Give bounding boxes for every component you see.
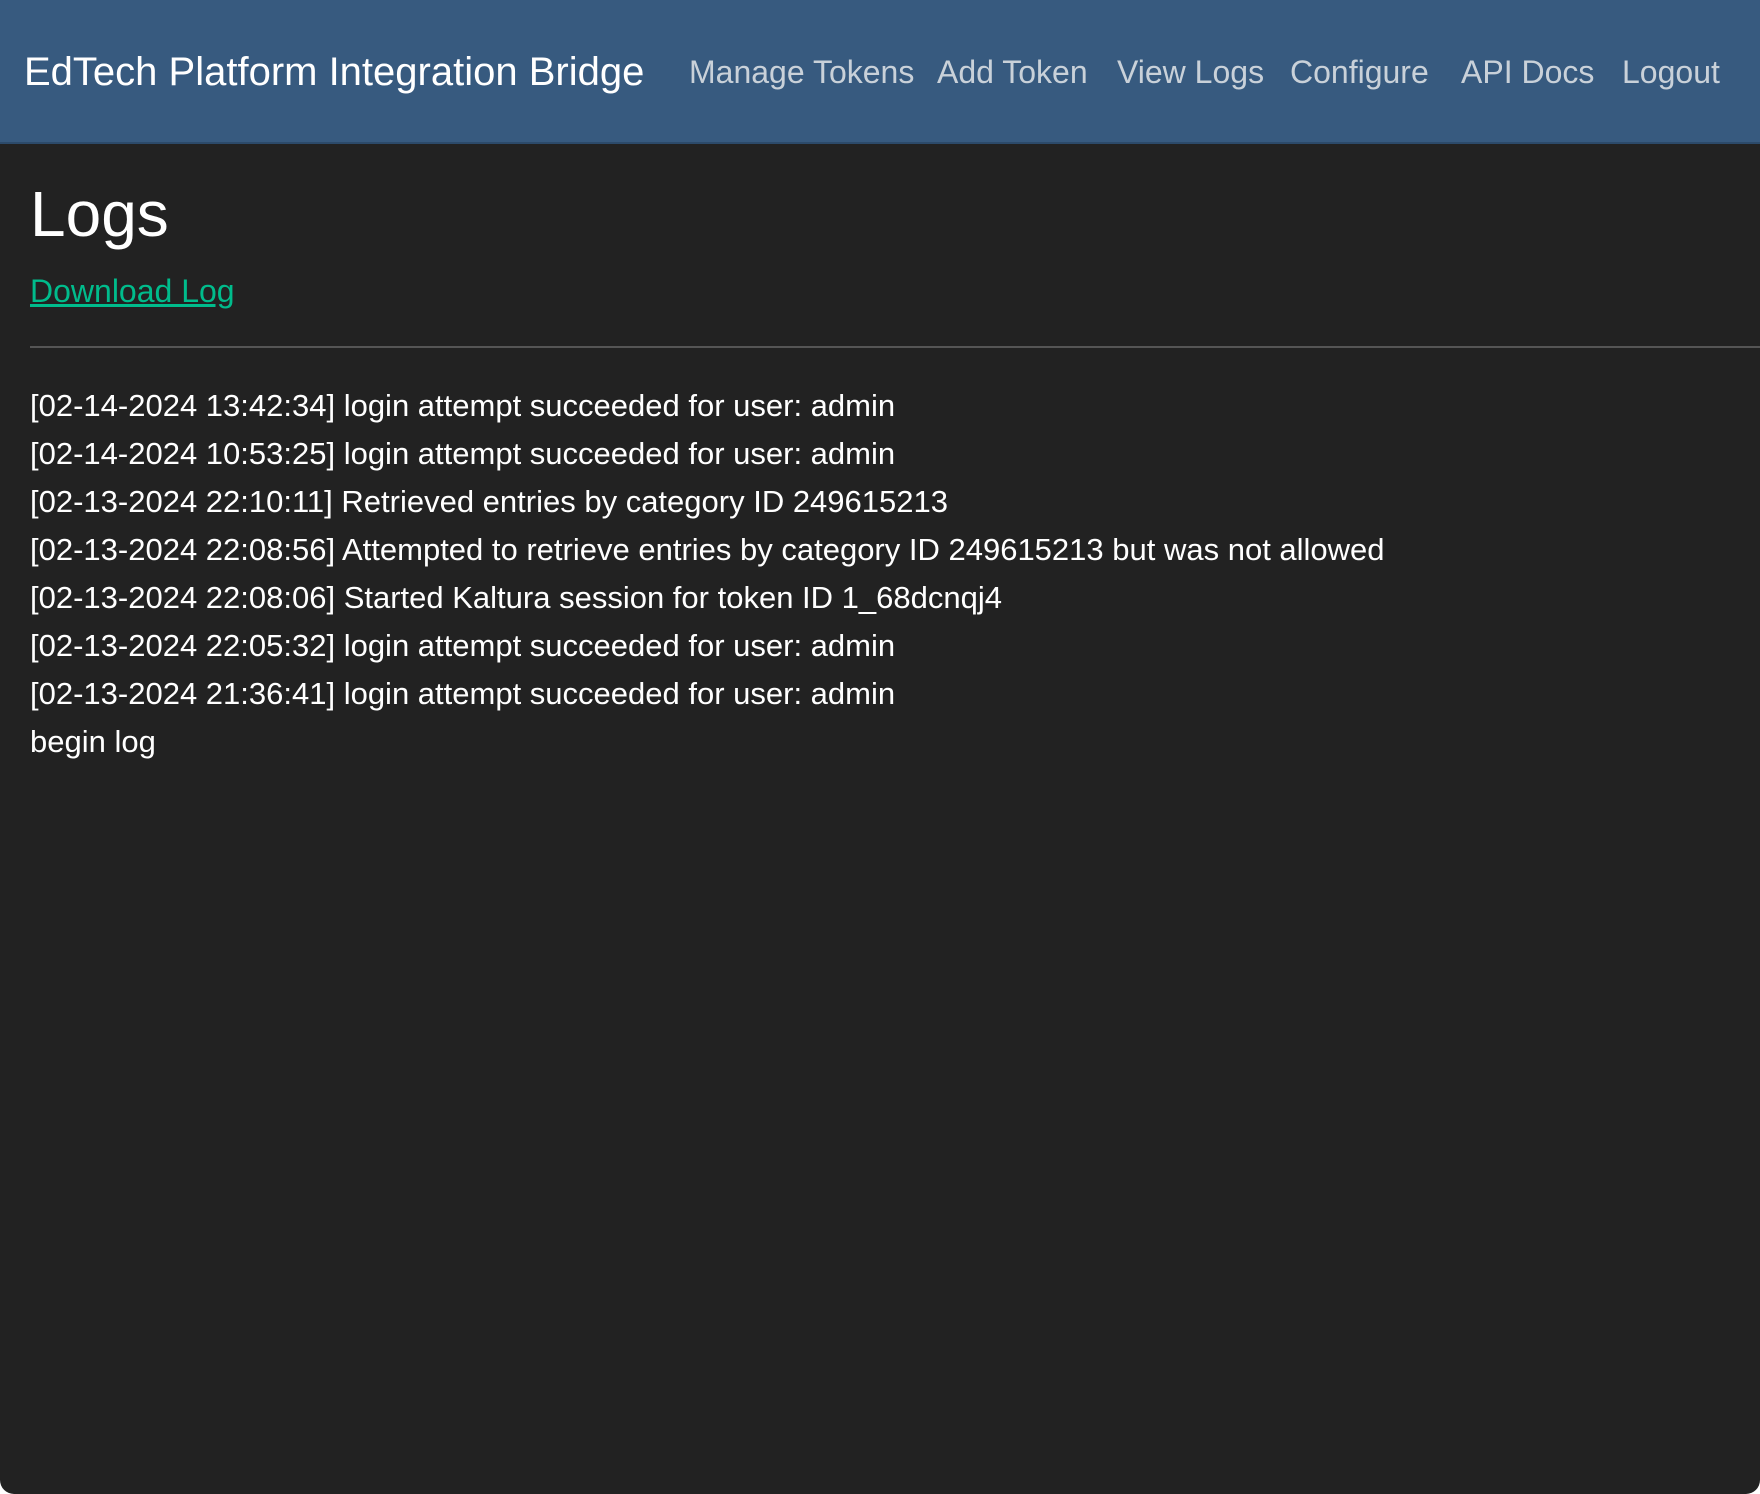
nav-add-token[interactable]: Add Token (937, 50, 1088, 94)
nav-api-docs[interactable]: API Docs (1461, 50, 1594, 94)
page-title: Logs (30, 178, 169, 250)
log-line: [02-13-2024 22:08:56] Attempted to retri… (30, 532, 1385, 567)
top-navbar: EdTech Platform Integration Bridge Manag… (0, 0, 1760, 144)
log-line: [02-14-2024 13:42:34] login attempt succ… (30, 388, 896, 423)
nav-manage-tokens[interactable]: Manage Tokens (689, 50, 914, 94)
log-line: [02-13-2024 22:08:06] Started Kaltura se… (30, 580, 1002, 615)
log-line: [02-13-2024 22:10:11] Retrieved entries … (30, 484, 948, 519)
log-list: [02-14-2024 13:42:34] login attempt succ… (30, 382, 1730, 766)
download-log-link[interactable]: Download Log (30, 270, 235, 312)
log-line: begin log (30, 724, 156, 759)
nav-configure[interactable]: Configure (1290, 50, 1429, 94)
log-line: [02-13-2024 22:05:32] login attempt succ… (30, 628, 896, 663)
divider (30, 346, 1760, 348)
log-line: [02-14-2024 10:53:25] login attempt succ… (30, 436, 896, 471)
log-line: [02-13-2024 21:36:41] login attempt succ… (30, 676, 896, 711)
brand-link[interactable]: EdTech Platform Integration Bridge (24, 46, 644, 98)
app-window: EdTech Platform Integration Bridge Manag… (0, 0, 1760, 1494)
nav-logout[interactable]: Logout (1622, 50, 1720, 94)
nav-view-logs[interactable]: View Logs (1117, 50, 1264, 94)
